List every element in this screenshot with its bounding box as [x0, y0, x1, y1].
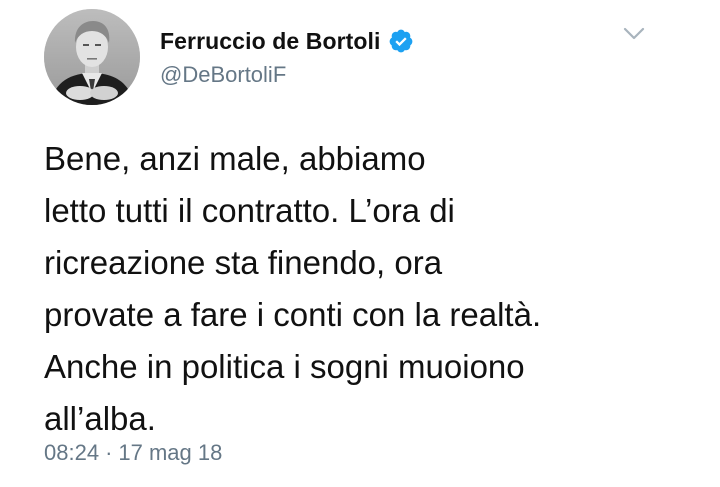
tweet-card: Ferruccio de Bortoli @DeBortoliF Bene, a…	[0, 0, 720, 487]
timestamp-separator: ·	[105, 440, 113, 465]
author-name-row[interactable]: Ferruccio de Bortoli	[160, 26, 414, 56]
tweet-time[interactable]: 08:24	[44, 440, 99, 466]
avatar-portrait-image	[44, 9, 140, 105]
tweet-timestamp[interactable]: 08:24 · 17 mag 18	[44, 440, 222, 466]
chevron-down-icon[interactable]	[620, 20, 648, 48]
verified-badge-icon	[388, 28, 414, 54]
author-handle[interactable]: @DeBortoliF	[160, 62, 286, 88]
tweet-date[interactable]: 17 mag 18	[118, 440, 222, 466]
author-display-name[interactable]: Ferruccio de Bortoli	[160, 28, 381, 55]
tweet-text: Bene, anzi male, abbiamo letto tutti il …	[44, 140, 542, 437]
avatar[interactable]	[44, 9, 140, 105]
